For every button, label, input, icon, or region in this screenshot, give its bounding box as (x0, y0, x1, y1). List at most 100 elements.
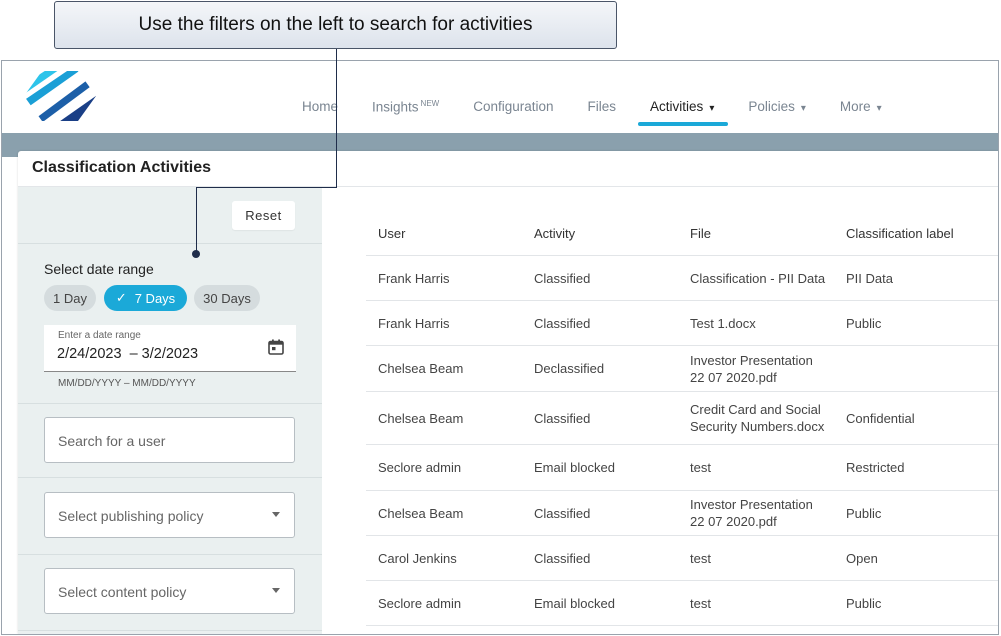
cell-user: Chelsea Beam (378, 505, 464, 521)
date-range-field-label: Enter a date range (58, 330, 141, 341)
cell-file: Test 1.docx (690, 315, 756, 331)
cell-activity: Classified (534, 550, 591, 566)
table-row[interactable]: Carol Jenkins Classified test Open (366, 536, 998, 581)
chip-7-days[interactable]: ✓ 7 Days (104, 285, 187, 311)
tutorial-callout: Use the filters on the left to search fo… (54, 1, 617, 49)
cell-activity: Classified (534, 270, 591, 286)
nav-item-label: Policies (748, 99, 795, 114)
table-row[interactable]: Chelsea Beam Classified Investor Presentat… (366, 491, 998, 536)
nav-item-label: Activities (650, 99, 704, 114)
reset-button[interactable]: Reset (232, 201, 295, 230)
nav-item-policies[interactable]: Policies ▾ (748, 99, 806, 115)
cell-activity: Classified (534, 505, 591, 521)
chip-30-days[interactable]: 30 Days (194, 285, 260, 311)
check-icon: ✓ (115, 290, 127, 305)
cell-file: Classification - PII Data (690, 270, 826, 286)
callout-leader-line (196, 187, 197, 253)
column-header: User (378, 225, 406, 241)
cell-user: Chelsea Beam (378, 361, 464, 376)
column-header: File (690, 225, 711, 241)
callout-text: Use the filters on the left to search fo… (138, 14, 533, 35)
date-format-hint: MM/DD/YYYY – MM/DD/YYYY (58, 378, 196, 389)
table-row[interactable]: Chelsea Beam Declassified Investor Present… (366, 346, 998, 392)
chip-label: 7 Days (134, 290, 176, 306)
publishing-policy-select[interactable]: Select publishing policy (44, 492, 295, 538)
active-tab-indicator (638, 122, 729, 126)
chevron-down-icon: ▾ (876, 103, 882, 114)
nav-item-files[interactable]: Files (588, 99, 617, 115)
table-row[interactable]: Seclore admin Email blocked test Restricted (366, 445, 998, 491)
page-title: Classification Activities (32, 159, 212, 176)
content-policy-placeholder: Select content policy (58, 584, 187, 600)
chevron-down-icon: ▾ (709, 103, 715, 114)
table-row[interactable]: Frank Harris Classified Test 1.docx Public (366, 301, 998, 346)
cell-activity: Declassified (534, 361, 605, 376)
user-search-input[interactable]: Search for a user (44, 417, 295, 463)
app-window: Home Insights NEW Configuration Files Activit… (1, 60, 999, 635)
cell-file: test (690, 595, 711, 611)
cell-file: test (690, 550, 711, 566)
cell-label: Restricted (846, 460, 905, 475)
divider (18, 403, 322, 404)
table-row[interactable]: Seclore admin Email blocked test Public (366, 581, 998, 626)
cell-label: Confidential (846, 410, 915, 426)
nav-item-home[interactable]: Home (302, 99, 338, 115)
chevron-down-icon: ▾ (800, 103, 806, 114)
chip-label: 30 Days (203, 290, 251, 306)
chip-1-day[interactable]: 1 Day (44, 285, 96, 311)
cell-file: Investor Presentation 22 07 2020.pdf (690, 497, 813, 529)
dropdown-arrow-icon (272, 512, 280, 517)
calendar-icon[interactable] (268, 339, 284, 355)
dropdown-arrow-icon (272, 588, 280, 593)
content-policy-select[interactable]: Select content policy (44, 568, 295, 614)
cell-file: test (690, 460, 711, 475)
callout-leader-line (196, 187, 337, 188)
nav-item-more[interactable]: More ▾ (840, 99, 882, 115)
nav-item-label: Files (587, 99, 617, 114)
nav-item-label: Insights (372, 99, 419, 115)
top-navigation: Home Insights NEW Configuration Files Activit… (2, 61, 998, 133)
nav-item-label: Home (302, 99, 339, 114)
publishing-policy-placeholder: Select publishing policy (58, 508, 204, 524)
cell-activity: Classified (534, 410, 591, 426)
cell-activity: Classified (534, 315, 591, 331)
callout-leader-dot (192, 250, 200, 258)
cell-user: Carol Jenkins (378, 550, 457, 566)
date-range-input[interactable]: Enter a date range 2/24/2023 – 3/2/2023 (44, 325, 296, 372)
chip-label: 1 Day (53, 290, 87, 306)
cell-user: Seclore admin (378, 460, 462, 475)
nav-item-insights[interactable]: Insights NEW (372, 99, 439, 115)
user-search-placeholder: Search for a user (58, 433, 166, 449)
cell-file: Credit Card and Social Security Numbers.… (690, 402, 825, 434)
cell-label: Open (846, 550, 878, 566)
cell-user: Frank Harris (378, 315, 450, 331)
nav-item-configuration[interactable]: Configuration (473, 99, 553, 115)
column-header: Classification label (846, 225, 954, 241)
cell-activity: Email blocked (534, 595, 615, 611)
callout-leader-line (336, 49, 337, 187)
activities-table: User Activity File Classification label Fran… (366, 211, 998, 626)
cell-label: Public (846, 595, 882, 611)
divider (18, 477, 322, 478)
nav-item-activities[interactable]: Activities ▾ (638, 99, 729, 126)
cell-label: Public (846, 505, 882, 521)
divider (18, 554, 322, 555)
new-badge: NEW (420, 99, 440, 108)
cell-user: Seclore admin (378, 595, 462, 611)
nav-item-label: More (839, 99, 871, 114)
cell-user: Chelsea Beam (378, 410, 464, 426)
main-content: Classification Activities Reset Select d… (18, 151, 998, 634)
divider (18, 243, 322, 244)
table-row[interactable]: Frank Harris Classified Classification - P… (366, 256, 998, 301)
cell-label: PII Data (846, 270, 893, 286)
cell-user: Frank Harris (378, 270, 450, 286)
column-header: Activity (534, 225, 576, 241)
cell-file: Investor Presentation 22 07 2020.pdf (690, 352, 813, 385)
table-row[interactable]: Chelsea Beam Classified Credit Card and So… (366, 392, 998, 445)
date-range-label: Select date range (44, 261, 154, 277)
main-nav: Home Insights NEW Configuration Files Activit… (302, 99, 916, 126)
brand-logo (24, 71, 96, 121)
cell-activity: Email blocked (534, 460, 615, 475)
filter-panel: Reset Select date range 1 Day ✓ 7 Days 3… (18, 187, 322, 634)
cell-label: Public (846, 315, 882, 331)
